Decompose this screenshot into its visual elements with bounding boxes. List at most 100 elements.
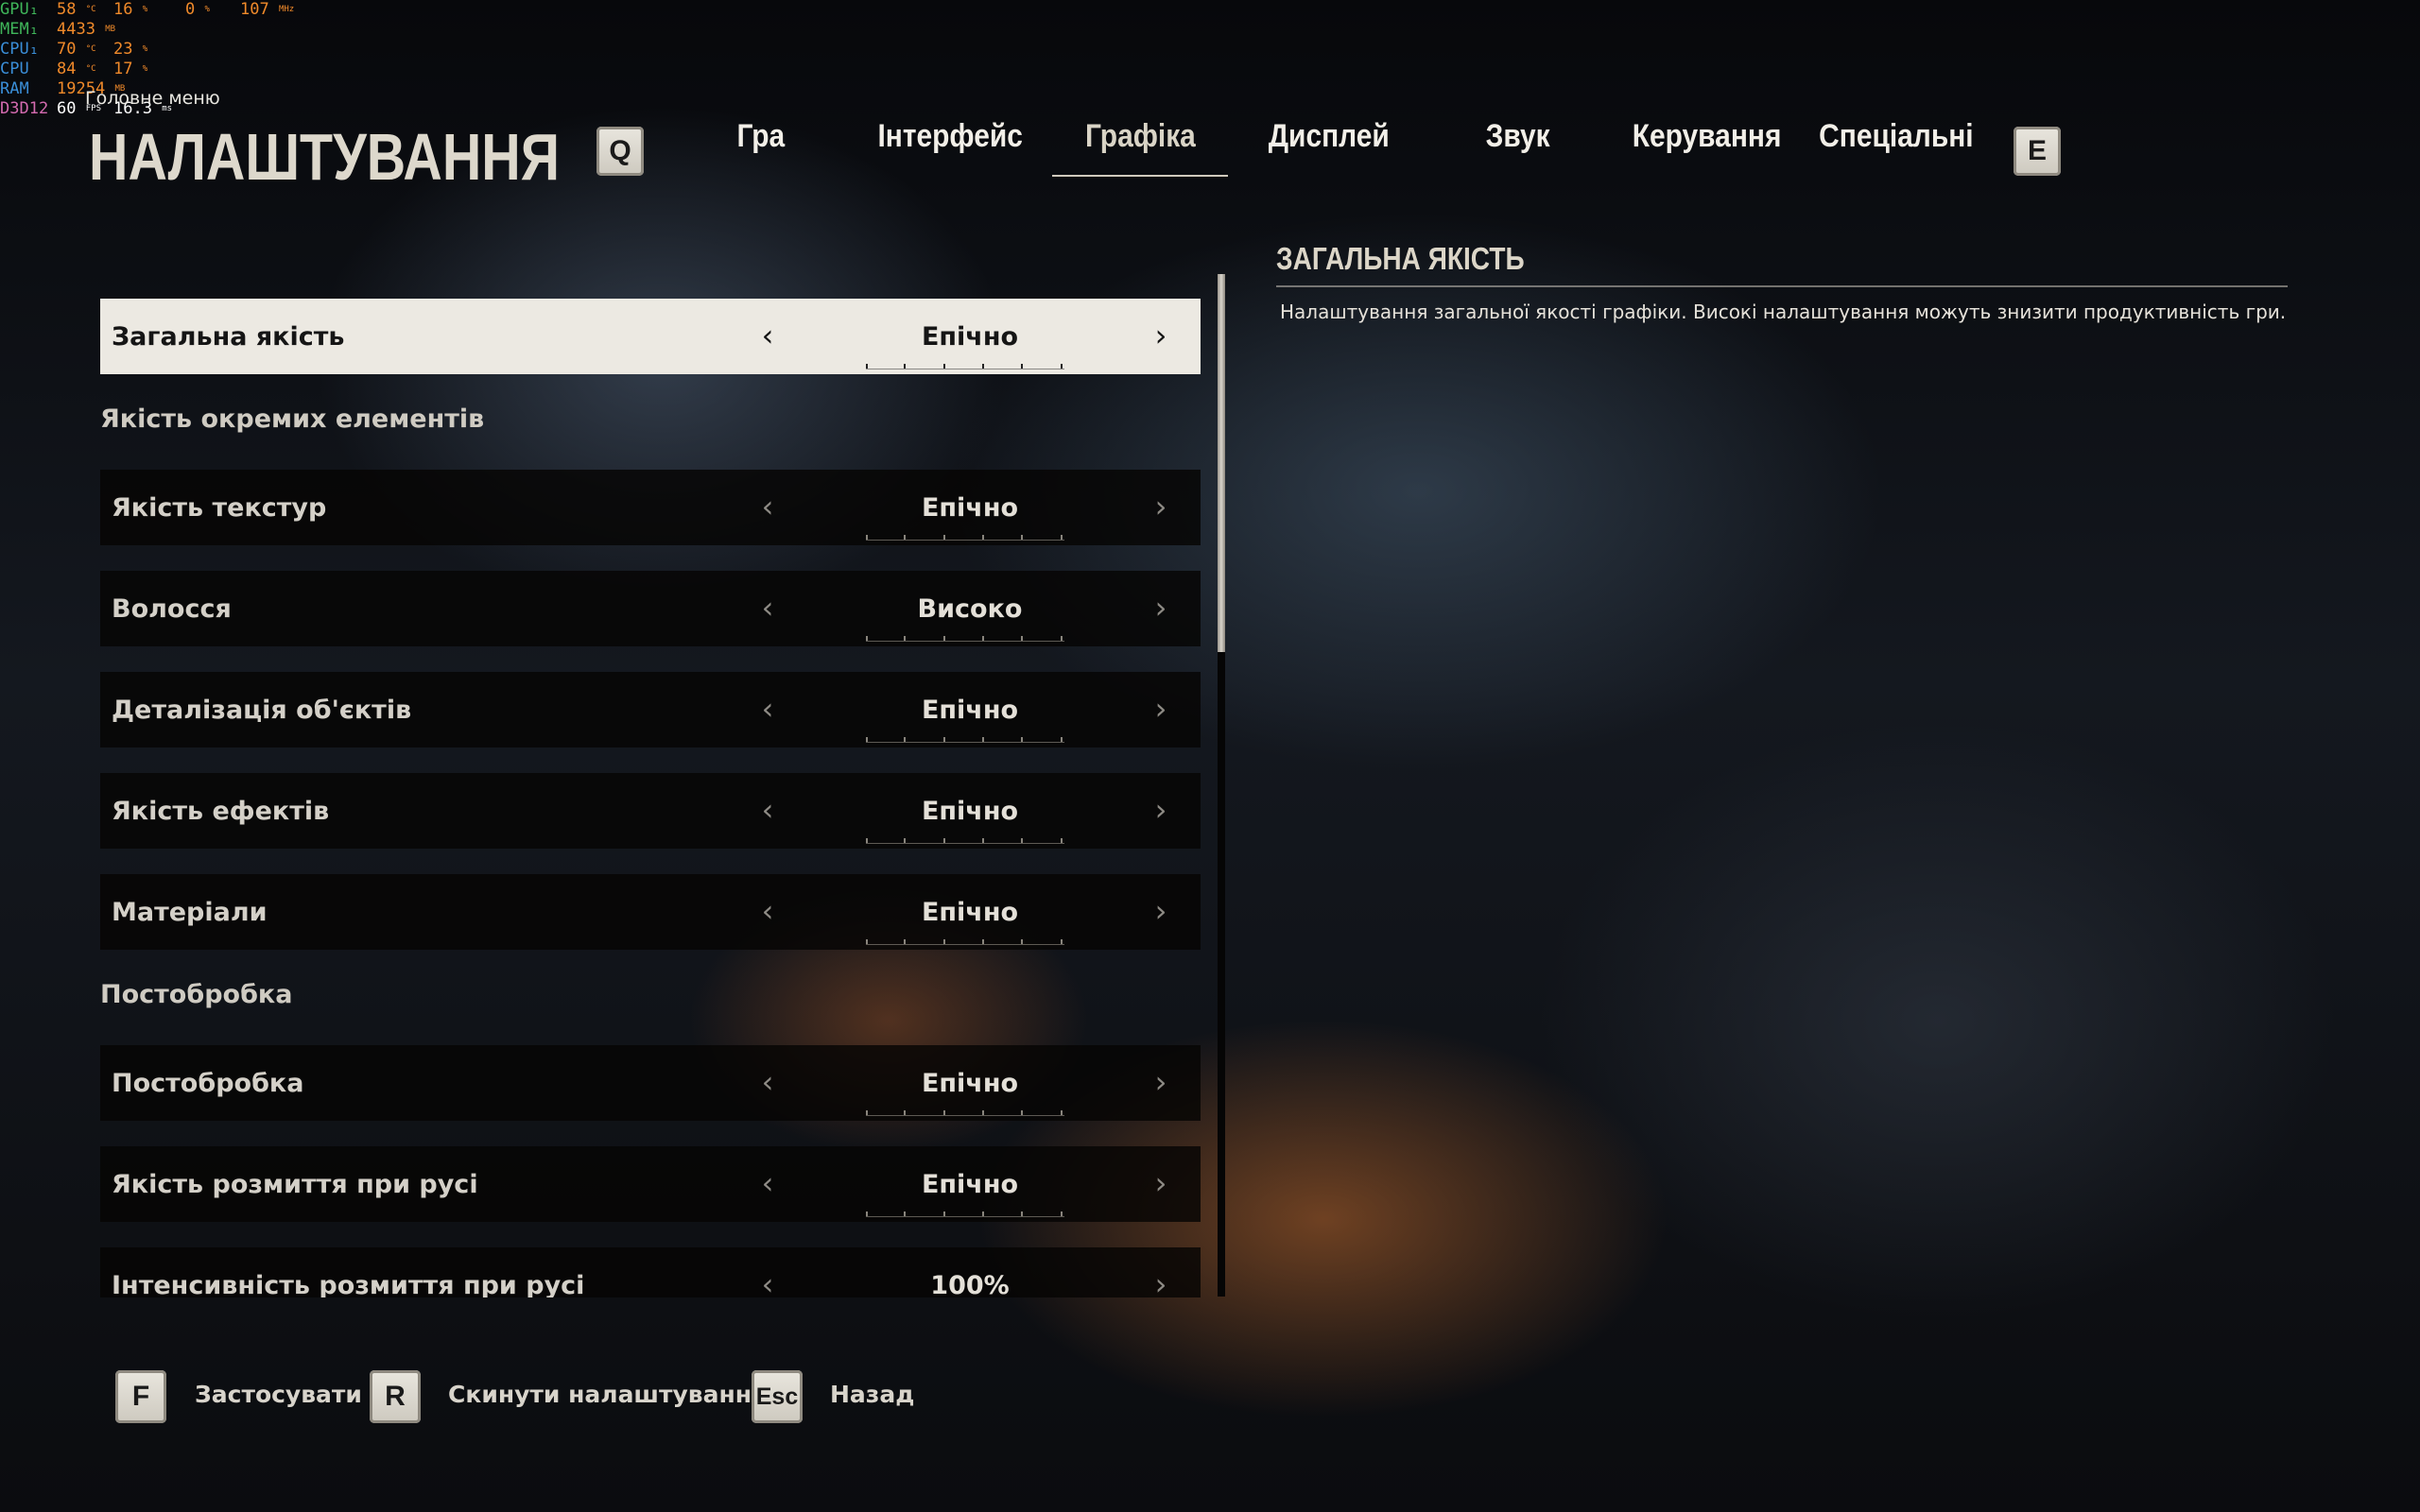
chevron-left-icon[interactable]: ‹ — [749, 590, 786, 626]
setting-row[interactable]: Матеріали ‹ Епічно › — [100, 874, 1201, 950]
chevron-right-icon[interactable]: › — [1142, 691, 1180, 727]
perf-value: 58 °C — [57, 0, 96, 20]
next-tab-key-button[interactable]: E — [2014, 127, 2061, 176]
settings-list: Загальна якість ‹ Епічно › Якість окремих ел… — [100, 272, 1201, 1297]
value-slider-track — [866, 939, 1064, 945]
prev-tab-key-button[interactable]: Q — [596, 127, 644, 176]
perf-label: D3D12 — [0, 99, 49, 118]
chevron-left-icon[interactable]: ‹ — [749, 489, 786, 524]
footer-action-label[interactable]: Застосувати — [195, 1381, 362, 1408]
chevron-right-icon[interactable]: › — [1142, 792, 1180, 828]
perf-number: 16 — [113, 0, 133, 19]
description-text: Налаштування загальної якості графіки. В… — [1280, 301, 2287, 323]
slider-tick — [1021, 636, 1023, 641]
section-header: Постобробка — [100, 980, 293, 1009]
perf-number: 84 — [57, 60, 77, 78]
slider-tick — [982, 1110, 984, 1115]
tab-5[interactable]: Звук — [1437, 118, 1599, 175]
setting-label: Постобробка — [112, 1068, 304, 1098]
slider-tick — [1061, 1211, 1063, 1216]
slider-tick — [1021, 535, 1023, 540]
tab-3[interactable]: Графіка — [1052, 118, 1228, 177]
setting-row[interactable]: Загальна якість ‹ Епічно › — [100, 299, 1201, 374]
perf-value: 84 °C — [57, 60, 96, 79]
tab-7[interactable]: Спеціальні — [1815, 118, 1978, 175]
settings-scrollbar[interactable] — [1218, 274, 1225, 1297]
breadcrumb: Головне меню — [85, 88, 220, 109]
tab-label: Графіка — [1084, 118, 1196, 154]
perf-number: 60 — [57, 99, 77, 118]
setting-label: Якість розмиття при русі — [112, 1169, 478, 1199]
perf-number: 17 — [113, 60, 133, 78]
slider-tick — [866, 535, 868, 540]
slider-tick — [1021, 939, 1023, 944]
slider-tick — [904, 1110, 906, 1115]
slider-tick — [866, 737, 868, 742]
chevron-right-icon[interactable]: › — [1142, 1064, 1180, 1100]
tab-1[interactable]: Гра — [705, 118, 817, 175]
setting-value: Епічно — [921, 695, 1019, 725]
chevron-left-icon[interactable]: ‹ — [749, 1266, 786, 1297]
slider-tick — [904, 1211, 906, 1216]
slider-tick — [982, 737, 984, 742]
value-slider-track — [866, 636, 1064, 642]
tab-label: Керування — [1633, 118, 1782, 154]
chevron-right-icon[interactable]: › — [1142, 893, 1180, 929]
slider-tick — [982, 364, 984, 369]
slider-tick — [904, 939, 906, 944]
chevron-left-icon[interactable]: ‹ — [749, 318, 786, 353]
scrollbar-thumb[interactable] — [1218, 274, 1225, 652]
setting-row[interactable]: Постобробка ‹ Епічно › — [100, 1045, 1201, 1121]
slider-tick — [904, 535, 906, 540]
chevron-right-icon[interactable]: › — [1142, 1266, 1180, 1297]
chevron-right-icon[interactable]: › — [1142, 590, 1180, 626]
perf-unit: °C — [85, 64, 96, 74]
setting-label: Якість текстур — [112, 492, 327, 523]
tab-4[interactable]: Дисплей — [1248, 118, 1410, 175]
footer-action-label[interactable]: Скинути налаштування — [448, 1381, 767, 1408]
chevron-left-icon[interactable]: ‹ — [749, 792, 786, 828]
tab-6[interactable]: Керування — [1626, 118, 1789, 175]
perf-unit: °C — [85, 5, 96, 14]
setting-row[interactable]: Якість ефектів ‹ Епічно › — [100, 773, 1201, 849]
setting-row[interactable]: Якість текстур ‹ Епічно › — [100, 470, 1201, 545]
slider-tick — [1061, 1110, 1063, 1115]
perf-value: 16 % — [113, 0, 147, 20]
perf-unit: MHz — [278, 5, 295, 14]
chevron-left-icon[interactable]: ‹ — [749, 691, 786, 727]
slider-tick — [1021, 1211, 1023, 1216]
slider-tick — [943, 737, 945, 742]
chevron-right-icon[interactable]: › — [1142, 489, 1180, 524]
value-slider-track — [866, 1211, 1064, 1217]
slider-tick — [943, 1110, 945, 1115]
slider-tick — [1021, 737, 1023, 742]
perf-label: CPU — [0, 60, 29, 78]
tab-2[interactable]: Інтерфейс — [877, 118, 1022, 175]
slider-tick — [904, 838, 906, 843]
slider-tick — [943, 636, 945, 641]
value-slider-track — [866, 737, 1064, 743]
slider-tick — [866, 636, 868, 641]
footer-key-3[interactable]: Esc — [752, 1370, 803, 1423]
footer-action-label[interactable]: Назад — [830, 1381, 914, 1408]
slider-tick — [943, 535, 945, 540]
chevron-left-icon[interactable]: ‹ — [749, 1064, 786, 1100]
perf-number: 23 — [113, 40, 133, 59]
setting-row[interactable]: Волосся ‹ Високо › — [100, 571, 1201, 646]
chevron-left-icon[interactable]: ‹ — [749, 893, 786, 929]
footer-key-1[interactable]: F — [115, 1370, 166, 1423]
setting-row[interactable]: Інтенсивність розмиття при русі ‹ 100% › — [100, 1247, 1201, 1297]
chevron-right-icon[interactable]: › — [1142, 318, 1180, 353]
perf-number: 0 — [185, 0, 196, 19]
value-slider-track — [866, 535, 1064, 541]
footer-key-2[interactable]: R — [370, 1370, 421, 1423]
setting-label: Деталізація об'єктів — [112, 695, 412, 725]
setting-row[interactable]: Деталізація об'єктів ‹ Епічно › — [100, 672, 1201, 747]
perf-value: 0 % — [185, 0, 210, 20]
chevron-right-icon[interactable]: › — [1142, 1165, 1180, 1201]
perf-row: CPU 84 °C 17 % — [0, 60, 378, 79]
setting-row[interactable]: Якість розмиття при русі ‹ Епічно › — [100, 1146, 1201, 1222]
slider-tick — [904, 737, 906, 742]
perf-number: 107 — [240, 0, 269, 19]
chevron-left-icon[interactable]: ‹ — [749, 1165, 786, 1201]
